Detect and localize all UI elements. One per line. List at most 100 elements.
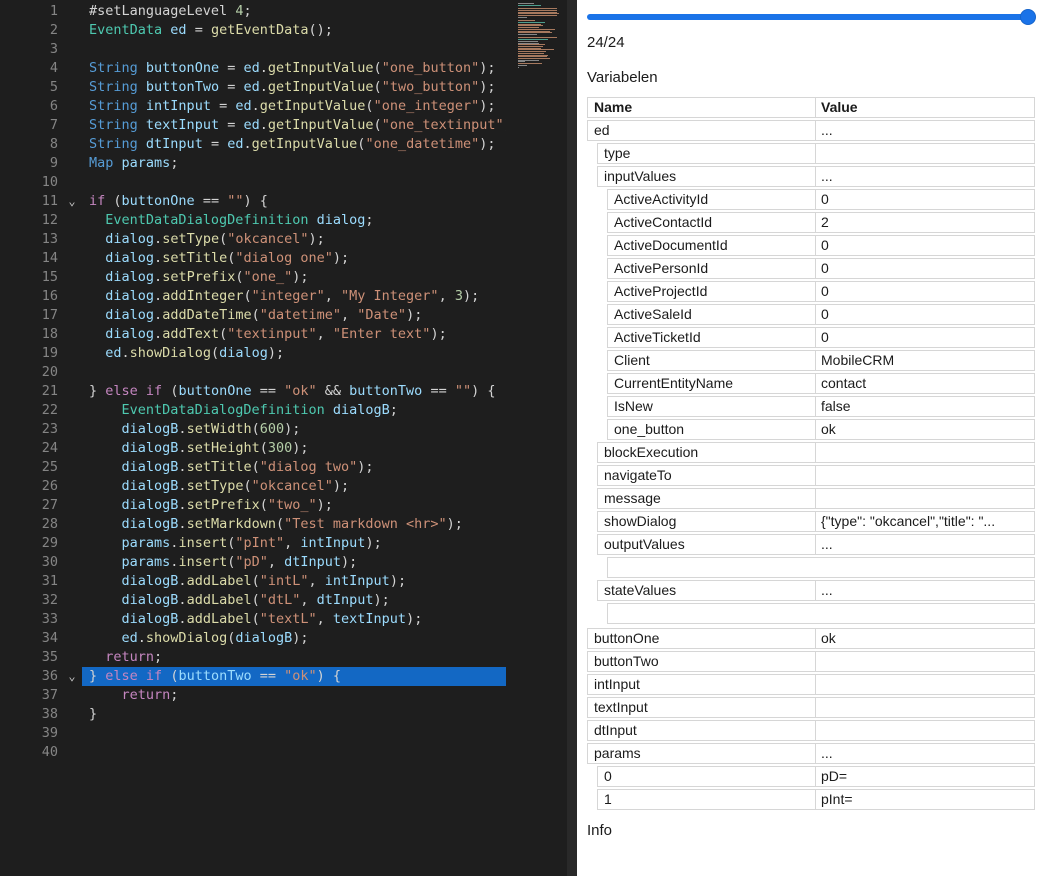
code-line[interactable]: 40 [0,743,577,762]
code-line[interactable]: 3 [0,40,577,59]
code-line[interactable]: 30 params.insert("pD", dtInput); [0,553,577,572]
code-line[interactable]: 25 dialogB.setTitle("dialog two"); [0,458,577,477]
line-number[interactable]: 40 [0,743,62,762]
line-number[interactable]: 26 [0,477,62,496]
line-number[interactable]: 29 [0,534,62,553]
line-number[interactable]: 22 [0,401,62,420]
variable-row[interactable]: type [597,143,1035,164]
code-line[interactable]: 20 [0,363,577,382]
code-line[interactable]: 11⌄if (buttonOne == "") { [0,192,577,211]
code-line[interactable]: 39 [0,724,577,743]
variable-row[interactable]: 1pInt= [597,789,1035,810]
code-line[interactable]: 17 dialog.addDateTime("datetime", "Date"… [0,306,577,325]
code-line[interactable]: 5String buttonTwo = ed.getInputValue("tw… [0,78,577,97]
code-line[interactable]: 35 return; [0,648,577,667]
variable-row[interactable]: one_buttonok [607,419,1035,440]
line-number[interactable]: 35 [0,648,62,667]
line-number[interactable]: 6 [0,97,62,116]
code-line[interactable]: 6String intInput = ed.getInputValue("one… [0,97,577,116]
code-line[interactable]: 26 dialogB.setType("okcancel"); [0,477,577,496]
editor-scrollbar[interactable] [567,0,577,876]
code-line[interactable]: 37 return; [0,686,577,705]
variable-row[interactable]: ActiveDocumentId0 [607,235,1035,256]
code-line[interactable]: 15 dialog.setPrefix("one_"); [0,268,577,287]
line-number[interactable]: 34 [0,629,62,648]
variable-row[interactable] [607,603,1035,624]
variable-row[interactable]: navigateTo [597,465,1035,486]
code-line[interactable]: 27 dialogB.setPrefix("two_"); [0,496,577,515]
code-line[interactable]: 34 ed.showDialog(dialogB); [0,629,577,648]
code-line[interactable]: 22 EventDataDialogDefinition dialogB; [0,401,577,420]
fold-down-icon[interactable]: ⌄ [62,667,82,686]
line-number[interactable]: 1 [0,2,62,21]
variable-row[interactable]: buttonOneok [587,628,1035,649]
variable-row[interactable]: ActivePersonId0 [607,258,1035,279]
variable-row[interactable]: CurrentEntityNamecontact [607,373,1035,394]
variable-row[interactable]: 0pD= [597,766,1035,787]
variable-row[interactable]: intInput [587,674,1035,695]
code-line[interactable]: 2EventData ed = getEventData(); [0,21,577,40]
line-number[interactable]: 7 [0,116,62,135]
code-line[interactable]: 36⌄} else if (buttonTwo == "ok") { [0,667,577,686]
line-number[interactable]: 20 [0,363,62,382]
line-number[interactable]: 17 [0,306,62,325]
variable-row[interactable]: textInput [587,697,1035,718]
line-number[interactable]: 16 [0,287,62,306]
line-number[interactable]: 28 [0,515,62,534]
code-line[interactable]: 1#setLanguageLevel 4; [0,2,577,21]
line-number[interactable]: 10 [0,173,62,192]
code-line[interactable]: 8String dtInput = ed.getInputValue("one_… [0,135,577,154]
variable-row[interactable]: stateValues... [597,580,1035,601]
code-line[interactable]: 12 EventDataDialogDefinition dialog; [0,211,577,230]
variable-row[interactable]: IsNewfalse [607,396,1035,417]
code-line[interactable]: 28 dialogB.setMarkdown("Test markdown <h… [0,515,577,534]
variable-row[interactable]: ActiveContactId2 [607,212,1035,233]
variable-row[interactable]: showDialog{"type": "okcancel","title": "… [597,511,1035,532]
code-line[interactable]: 24 dialogB.setHeight(300); [0,439,577,458]
code-line[interactable]: 4String buttonOne = ed.getInputValue("on… [0,59,577,78]
line-number[interactable]: 21 [0,382,62,401]
line-number[interactable]: 31 [0,572,62,591]
line-number[interactable]: 9 [0,154,62,173]
line-number[interactable]: 13 [0,230,62,249]
line-number[interactable]: 12 [0,211,62,230]
line-number[interactable]: 14 [0,249,62,268]
variable-row[interactable]: ActiveActivityId0 [607,189,1035,210]
code-editor[interactable]: 1#setLanguageLevel 4;2EventData ed = get… [0,0,577,876]
variable-row[interactable]: message [597,488,1035,509]
variable-row[interactable]: ActiveSaleId0 [607,304,1035,325]
code-line[interactable]: 32 dialogB.addLabel("dtL", dtInput); [0,591,577,610]
code-line[interactable]: 13 dialog.setType("okcancel"); [0,230,577,249]
code-line[interactable]: 7String textInput = ed.getInputValue("on… [0,116,577,135]
code-line[interactable]: 33 dialogB.addLabel("textL", textInput); [0,610,577,629]
line-number[interactable]: 3 [0,40,62,59]
code-line[interactable]: 29 params.insert("pInt", intInput); [0,534,577,553]
line-number[interactable]: 8 [0,135,62,154]
variable-row[interactable]: params... [587,743,1035,764]
line-number[interactable]: 25 [0,458,62,477]
slider-thumb[interactable] [1020,9,1036,25]
line-number[interactable]: 23 [0,420,62,439]
variable-row[interactable]: ActiveProjectId0 [607,281,1035,302]
code-line[interactable]: 21} else if (buttonOne == "ok" && button… [0,382,577,401]
line-number[interactable]: 27 [0,496,62,515]
variable-row[interactable]: ed... [587,120,1035,141]
line-number[interactable]: 24 [0,439,62,458]
variable-row[interactable]: inputValues... [597,166,1035,187]
code-line[interactable]: 10 [0,173,577,192]
line-number[interactable]: 18 [0,325,62,344]
line-number[interactable]: 36 [0,667,62,686]
code-line[interactable]: 14 dialog.setTitle("dialog one"); [0,249,577,268]
code-line[interactable]: 9Map params; [0,154,577,173]
line-number[interactable]: 38 [0,705,62,724]
slider-track[interactable] [587,14,1035,20]
code-line[interactable]: 23 dialogB.setWidth(600); [0,420,577,439]
line-number[interactable]: 39 [0,724,62,743]
code-line[interactable]: 38} [0,705,577,724]
code-line[interactable]: 18 dialog.addText("textinput", "Enter te… [0,325,577,344]
code-line[interactable]: 19 ed.showDialog(dialog); [0,344,577,363]
line-number[interactable]: 37 [0,686,62,705]
line-number[interactable]: 32 [0,591,62,610]
line-number[interactable]: 33 [0,610,62,629]
variable-row[interactable]: outputValues... [597,534,1035,555]
